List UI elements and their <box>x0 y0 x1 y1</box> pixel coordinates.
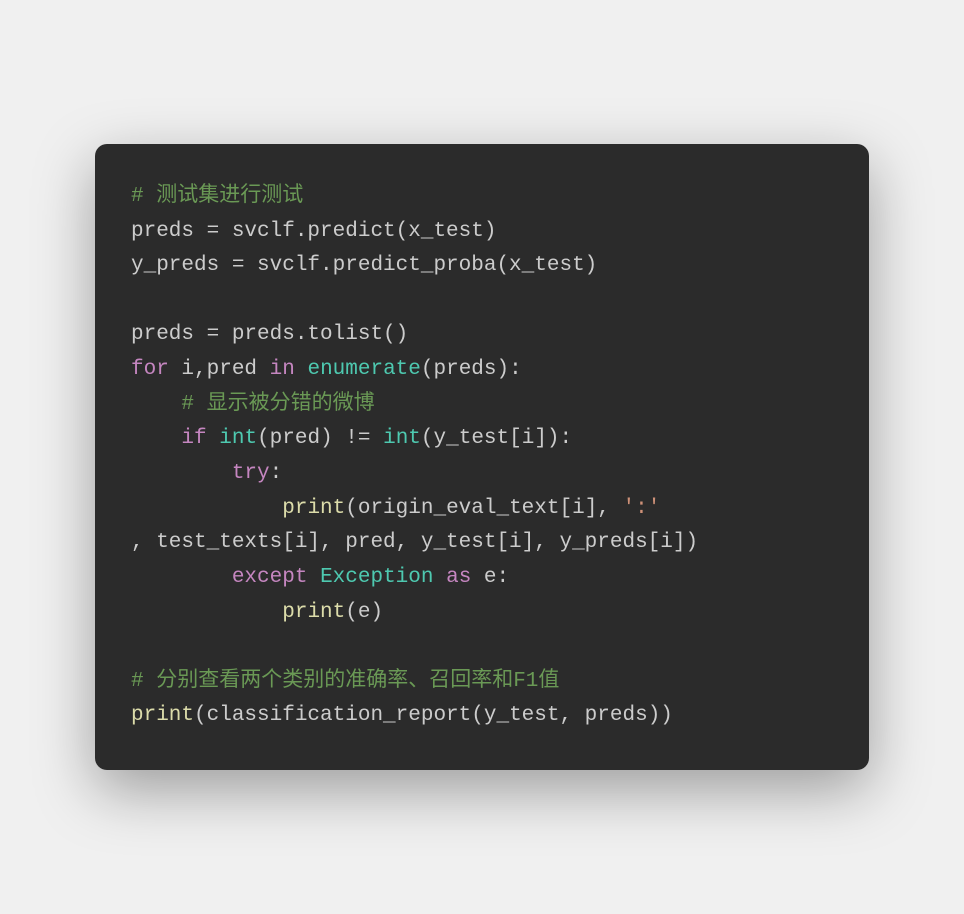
code-token: try <box>232 462 270 485</box>
code-token <box>295 358 308 381</box>
code-token: # 显示被分错的微博 <box>181 393 374 416</box>
code-token <box>131 497 282 520</box>
code-token: (pred) != <box>257 427 383 450</box>
code-token <box>131 462 232 485</box>
code-token <box>131 566 232 589</box>
code-token: if <box>181 427 206 450</box>
code-token: Exception <box>320 566 433 589</box>
code-token <box>131 427 181 450</box>
code-token: as <box>446 566 471 589</box>
code-token: preds = preds.tolist() <box>131 323 408 346</box>
code-token <box>307 566 320 589</box>
code-token: (y_test[i]): <box>421 427 572 450</box>
code-token: for <box>131 358 169 381</box>
code-content: # 测试集进行测试 preds = svclf.predict(x_test) … <box>131 180 833 734</box>
code-token: except <box>232 566 308 589</box>
code-token: int <box>219 427 257 450</box>
code-token: : <box>270 462 283 485</box>
code-token: i,pred <box>169 358 270 381</box>
code-token <box>433 566 446 589</box>
code-token: int <box>383 427 421 450</box>
code-token <box>131 393 181 416</box>
code-token: e: <box>471 566 509 589</box>
code-token: print <box>282 601 345 624</box>
code-token: ':' <box>623 497 661 520</box>
code-block: # 测试集进行测试 preds = svclf.predict(x_test) … <box>95 144 869 770</box>
code-token: (origin_eval_text[i], <box>345 497 622 520</box>
code-token <box>207 427 220 450</box>
code-token: y_preds = svclf.predict_proba(x_test) <box>131 254 597 277</box>
code-token: print <box>282 497 345 520</box>
code-token <box>131 601 282 624</box>
code-token: # 测试集进行测试 <box>131 185 303 208</box>
code-token: (preds): <box>421 358 522 381</box>
code-token: (classification_report(y_test, preds)) <box>194 704 673 727</box>
code-token: enumerate <box>307 358 420 381</box>
code-token: preds = svclf.predict(x_test) <box>131 220 496 243</box>
code-token: in <box>270 358 295 381</box>
code-token: print <box>131 704 194 727</box>
code-token: (e) <box>345 601 383 624</box>
code-token: , test_texts[i], pred, y_test[i], y_pred… <box>131 531 698 554</box>
code-token: # 分别查看两个类别的准确率、召回率和F1值 <box>131 670 559 693</box>
